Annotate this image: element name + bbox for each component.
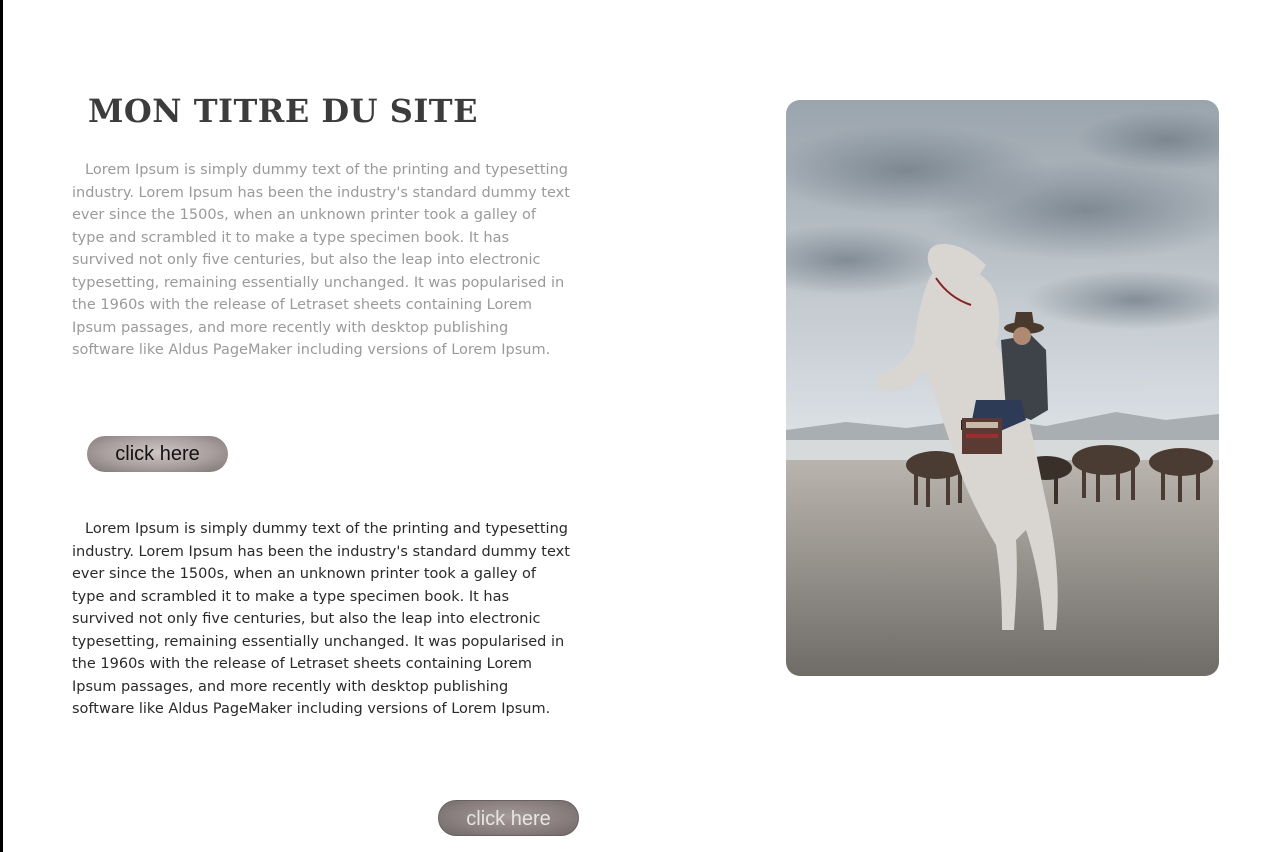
left-edge-border [0, 0, 3, 852]
secondary-click-here-button[interactable]: click here [438, 800, 579, 836]
intro-paragraph: Lorem Ipsum is simply dummy text of the … [72, 162, 570, 358]
hero-photo [786, 100, 1219, 676]
click-here-button[interactable]: click here [87, 436, 228, 472]
site-title: Mon titre du site [88, 92, 478, 130]
horse-rider-image [786, 100, 1219, 676]
body-paragraph: Lorem Ipsum is simply dummy text of the … [72, 521, 570, 717]
